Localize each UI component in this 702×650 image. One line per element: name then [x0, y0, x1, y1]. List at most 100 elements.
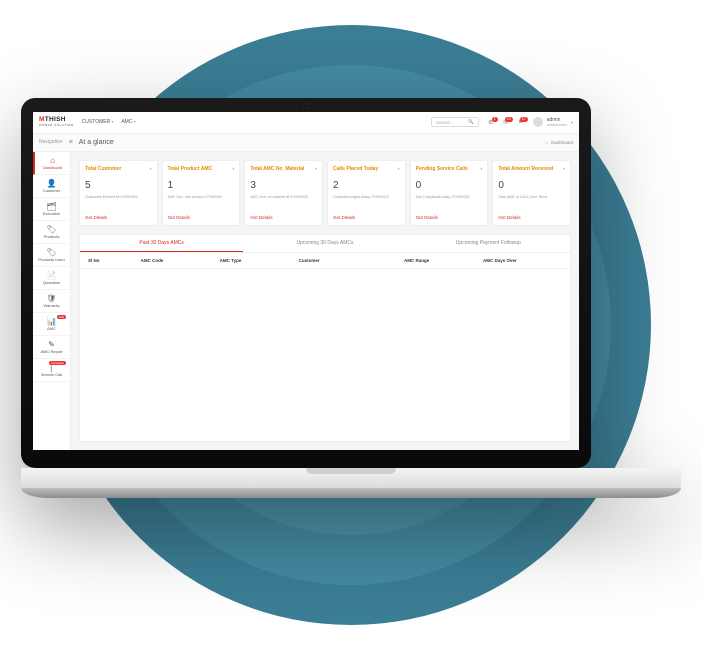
- card-link[interactable]: Get Details: [333, 215, 400, 220]
- sidebar-badge: Add: [57, 315, 66, 319]
- tab-upcoming-payment-followup[interactable]: Upcoming Payment Followup: [407, 235, 570, 252]
- sidebar-badge: Complete: [49, 361, 66, 365]
- app-screen: MTHISH POWER SOLUTION CUSTOMER AMC Searc…: [33, 112, 579, 450]
- sidebar-item-products-used[interactable]: 🏷Products Used: [33, 244, 70, 267]
- camera-dot: [303, 103, 309, 109]
- card-title: Total Amount Received▾: [498, 166, 565, 176]
- chevron-down-icon[interactable]: ▾: [563, 166, 565, 171]
- sidebar-item-label: Customer: [43, 188, 60, 193]
- sub-header: Navigation ≡ At a glance ⌂ Dashboard: [33, 134, 579, 152]
- nav-label: Navigation: [39, 139, 63, 145]
- breadcrumb: ⌂ Dashboard: [545, 140, 573, 145]
- card-link[interactable]: Get Details: [85, 215, 152, 220]
- sidebar-item-quotation[interactable]: 📄Quotation: [33, 267, 70, 290]
- stat-card: Total AMC No_Material▾3AMC Gen. no mater…: [244, 160, 323, 226]
- stat-card: Total Amount Received▾ 0 Total (AMC & CALL…: [492, 160, 571, 226]
- card-desc: Total (AMC & CALL) Amt. Recd: [498, 195, 565, 211]
- sidebar-item-amc[interactable]: 📊AMCAdd: [33, 313, 70, 336]
- sidebar-item-label: Dashboard: [43, 165, 63, 170]
- card-desc: AMC Gen. with product 07/05/2020: [168, 195, 235, 211]
- sidebar-item-products[interactable]: 🏷Products: [33, 221, 70, 244]
- sidebar: ⌂Dashboard👤Customer🗂Executive🏷Products🏷P…: [33, 152, 71, 450]
- sidebar-item-service-call[interactable]: │Service CallComplete: [33, 359, 70, 382]
- sidebar-item-label: Service Call: [41, 372, 62, 377]
- table-header: Sl NoAMC CodeAMC TypeCustomerAMC RangeAM…: [80, 253, 570, 269]
- dashboard-icon: ⌂: [36, 156, 69, 165]
- card-desc: AMC Gen. no material till 07/05/2020: [250, 195, 317, 211]
- chevron-down-icon[interactable]: ▾: [398, 166, 400, 171]
- stat-card: Calls Placed Today▾2Complaint lodged tod…: [327, 160, 406, 226]
- tab-upcoming-30-days-amcs[interactable]: Upcoming 30 Days AMCs: [243, 235, 406, 252]
- card-desc: Customers Entered till 07/05/2020: [85, 195, 152, 211]
- card-link[interactable]: Get Details: [168, 215, 235, 220]
- bell-icon[interactable]: ⚙2: [487, 119, 495, 126]
- chevron-down-icon: ▾: [571, 120, 573, 125]
- products-icon: 🏷: [34, 225, 69, 234]
- badge-count: 2: [492, 117, 498, 122]
- products used-icon: 🏷: [34, 248, 69, 257]
- tab-past-30-days-amcs[interactable]: Past 30 Days AMCs: [80, 235, 243, 252]
- sidebar-item-warranty[interactable]: 🛡Warranty: [33, 290, 70, 313]
- trackpad-notch: [306, 468, 396, 474]
- amc-panel: Past 30 Days AMCsUpcoming 30 Days AMCsUp…: [79, 234, 571, 442]
- sidebar-item-amc-report[interactable]: ✎AMC Report: [33, 336, 70, 359]
- card-value: 0: [498, 180, 565, 191]
- column-header: AMC Code: [141, 258, 220, 263]
- sidebar-item-label: Executive: [43, 211, 60, 216]
- customer-icon: 👤: [34, 179, 69, 188]
- stat-card: Total Product AMC▾ 1 AMC Gen. with product…: [162, 160, 241, 226]
- sidebar-item-label: Warranty: [43, 303, 59, 308]
- user-menu[interactable]: admin administrator ▾: [533, 117, 573, 127]
- home-icon[interactable]: ⌂: [545, 140, 548, 145]
- top-nav-customer[interactable]: CUSTOMER: [82, 119, 114, 125]
- top-nav: CUSTOMER AMC: [82, 119, 136, 125]
- main-content: Total Customer▾5Customers Entered till 0…: [71, 152, 579, 450]
- sidebar-item-label: Quotation: [43, 280, 60, 285]
- top-nav-amc[interactable]: AMC: [121, 119, 135, 125]
- chevron-down-icon[interactable]: ▾: [480, 166, 482, 171]
- sidebar-item-label: Products: [44, 234, 60, 239]
- card-value: 5: [85, 180, 152, 191]
- column-header: AMC Type: [220, 258, 299, 263]
- search-icon: 🔍: [468, 119, 474, 125]
- card-link[interactable]: Get Details: [250, 215, 317, 220]
- card-title: Pending Service Calls▾: [416, 166, 483, 176]
- alert-icon[interactable]: ⚑17: [517, 119, 525, 126]
- sidebar-item-customer[interactable]: 👤Customer: [33, 175, 70, 198]
- logo-tagline: POWER SOLUTION: [39, 124, 74, 127]
- breadcrumb-current: Dashboard: [551, 140, 573, 145]
- card-title: Total Product AMC▾: [168, 166, 235, 176]
- card-title: Total AMC No_Material▾: [250, 166, 317, 176]
- sidebar-item-label: AMC: [47, 326, 56, 331]
- column-header: AMC Range: [404, 258, 483, 263]
- laptop-screen-frame: MTHISH POWER SOLUTION CUSTOMER AMC Searc…: [21, 98, 591, 468]
- chat-icon[interactable]: ✉13: [502, 119, 510, 126]
- badge-count: 17: [520, 117, 528, 122]
- chevron-down-icon[interactable]: ▾: [150, 166, 152, 171]
- card-link[interactable]: Get Details: [498, 215, 565, 220]
- notification-icons: ⚙2 ✉13 ⚑17: [487, 119, 525, 126]
- sidebar-item-dashboard[interactable]: ⌂Dashboard: [33, 152, 70, 175]
- page-title: At a glance: [79, 139, 114, 146]
- badge-count: 13: [505, 117, 513, 122]
- card-value: 1: [168, 180, 235, 191]
- sidebar-item-executive[interactable]: 🗂Executive: [33, 198, 70, 221]
- stat-cards: Total Customer▾5Customers Entered till 0…: [79, 160, 571, 226]
- chevron-down-icon[interactable]: ▾: [232, 166, 234, 171]
- column-header: Customer: [299, 258, 404, 263]
- stat-card: Pending Service Calls▾ 0 Due Complaints to…: [410, 160, 489, 226]
- search-placeholder: Search...: [436, 120, 454, 125]
- panel-tabs: Past 30 Days AMCsUpcoming 30 Days AMCsUp…: [80, 235, 570, 253]
- laptop-deck: [21, 468, 681, 488]
- card-link[interactable]: Get Details: [416, 215, 483, 220]
- card-desc: Complaint lodged today, 07/05/2020: [333, 195, 400, 211]
- card-value: 0: [416, 180, 483, 191]
- laptop-mockup: MTHISH POWER SOLUTION CUSTOMER AMC Searc…: [21, 98, 681, 488]
- chevron-down-icon[interactable]: ▾: [315, 166, 317, 171]
- search-input[interactable]: Search... 🔍: [431, 117, 479, 127]
- menu-icon[interactable]: ≡: [69, 139, 73, 146]
- column-header: Sl No: [88, 258, 141, 263]
- user-role: administrator: [547, 123, 567, 127]
- card-desc: Due Complaints today, 07/05/2020: [416, 195, 483, 211]
- column-header: AMC Days Over: [483, 258, 562, 263]
